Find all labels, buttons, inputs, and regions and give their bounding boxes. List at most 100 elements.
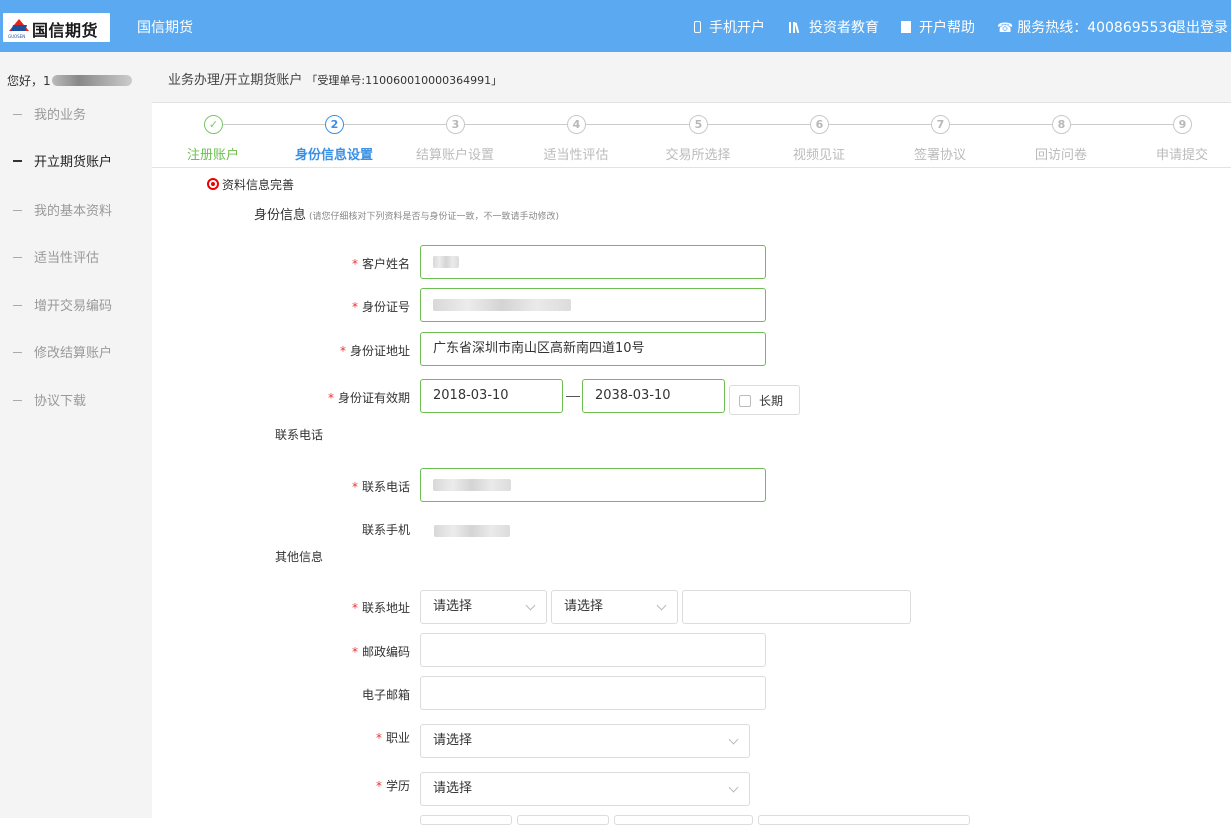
phone-group-title: 联系电话 — [275, 428, 324, 442]
name-label: * 客户姓名 — [250, 255, 410, 272]
next-row-field-3[interactable] — [614, 815, 753, 825]
masked-mobile — [434, 525, 510, 537]
brand-title[interactable]: 国信期货 — [137, 17, 193, 37]
next-row-field-2[interactable] — [517, 815, 609, 825]
mobile-phone-icon — [694, 21, 701, 33]
masked-name — [433, 256, 459, 268]
step-num: 5 — [694, 118, 703, 131]
id-address-field[interactable]: 广东省深圳市南山区高新南四道10号 — [420, 332, 766, 366]
id-label: * 身份证号 — [250, 298, 410, 315]
postcode-label: * 邮政编码 — [250, 643, 410, 660]
email-input[interactable] — [420, 676, 766, 710]
province-select[interactable]: 请选择 — [420, 590, 547, 624]
sidebar-dash — [13, 210, 22, 211]
sidebar: 您好，1 我的业务 开立期货账户 我的基本资料 适当性评估 增开交易编码 修改结… — [0, 52, 152, 818]
next-row-field-4[interactable] — [758, 815, 970, 825]
masked-id — [433, 299, 571, 311]
hotline-label: 服务热线：4008695536 — [1017, 20, 1177, 36]
step-2-circle: 2 — [325, 115, 344, 134]
sidebar-item-open-account[interactable]: 开立期货账户 — [13, 151, 112, 170]
validity-label: * 身份证有效期 — [250, 389, 410, 406]
email-label: 电子邮箱 — [250, 686, 410, 703]
identity-section-title: 身份信息 (请您仔细核对下列资料是否与身份证一致，不一致请手动修改) — [254, 204, 559, 223]
sidebar-item-label: 协议下载 — [34, 394, 87, 409]
required-mark: * — [351, 257, 358, 271]
step-num: 2 — [330, 118, 339, 131]
nav-mobile-account[interactable]: 手机开户 — [694, 17, 765, 37]
step-num: 9 — [1178, 118, 1187, 131]
nav-account-help[interactable]: 开户帮助 — [901, 17, 975, 37]
sidebar-item-agreement-download[interactable]: 协议下载 — [13, 390, 86, 409]
valid-to-field[interactable]: 2038-03-10 — [582, 379, 725, 413]
progress-steps: ✓ 2 3 4 5 6 7 8 9 注册账户 身份信息设置 结算账户设置 适当性… — [152, 103, 1231, 168]
valid-from-field[interactable]: 2018-03-10 — [420, 379, 563, 413]
step-label-identity: 身份信息设置 — [294, 148, 373, 163]
phone-field[interactable] — [420, 468, 766, 502]
chevron-down-icon — [525, 600, 536, 611]
sidebar-item-label: 我的基本资料 — [34, 204, 113, 219]
label-text: 身份证地址 — [349, 344, 410, 358]
label-text: 学历 — [385, 779, 410, 793]
step-label-agreement: 签署协议 — [913, 148, 966, 163]
step-3-circle: 3 — [446, 115, 465, 134]
step-label-exchange: 交易所选择 — [665, 148, 731, 163]
sidebar-item-label: 开立期货账户 — [34, 155, 113, 170]
chevron-down-icon — [656, 600, 667, 611]
label-text: 联系地址 — [361, 601, 410, 615]
sidebar-item-label: 增开交易编码 — [34, 299, 113, 314]
select-placeholder: 请选择 — [433, 733, 473, 748]
street-address-input[interactable] — [682, 590, 911, 624]
identity-title: 身份信息 — [254, 208, 307, 223]
sidebar-item-suitability[interactable]: 适当性评估 — [13, 247, 99, 266]
sidebar-dash — [13, 257, 22, 258]
order-number: 「受理单号:110060010000364991」 — [306, 74, 503, 87]
sidebar-item-label: 我的业务 — [34, 108, 87, 123]
sidebar-dash — [13, 160, 22, 162]
id-number-field[interactable] — [420, 288, 766, 322]
breadcrumb-bar: 业务办理/开立期货账户 「受理单号:110060010000364991」 — [152, 52, 1231, 103]
customer-name-field[interactable] — [420, 245, 766, 279]
sidebar-item-my-business[interactable]: 我的业务 — [13, 104, 86, 123]
breadcrumb: 业务办理/开立期货账户 「受理单号:110060010000364991」 — [168, 69, 502, 88]
step-num: 8 — [1057, 118, 1066, 131]
nav-hotline: ☎ 服务热线：4008695536 — [997, 17, 1176, 37]
step-label-video: 视频见证 — [792, 148, 845, 163]
label-text: 职业 — [385, 731, 410, 745]
top-header: GUOSEN 国信期货 国信期货 手机开户 投资者教育 开户帮助 ☎ 服务热线：4… — [0, 0, 1231, 52]
next-row-field-1[interactable] — [420, 815, 512, 825]
chevron-down-icon — [728, 734, 739, 745]
checkbox-icon[interactable] — [739, 395, 751, 407]
telephone-icon: ☎ — [997, 21, 1014, 36]
step-num: 4 — [572, 118, 581, 131]
step-label-register: 注册账户 — [186, 148, 239, 163]
step-5-circle: 5 — [689, 115, 708, 134]
step-num: 7 — [936, 118, 945, 131]
step-6-circle: 6 — [810, 115, 829, 134]
label-text: 身份证号 — [361, 300, 410, 314]
sidebar-item-label: 修改结算账户 — [34, 346, 113, 361]
step-num: ✓ — [208, 118, 219, 131]
guosen-logo[interactable]: GUOSEN 国信期货 — [3, 13, 110, 42]
sidebar-item-trading-code[interactable]: 增开交易编码 — [13, 295, 112, 314]
step-label-suitability: 适当性评估 — [543, 148, 609, 163]
occupation-select[interactable]: 请选择 — [420, 724, 750, 758]
city-select[interactable]: 请选择 — [551, 590, 678, 624]
sidebar-item-basic-info[interactable]: 我的基本资料 — [13, 200, 112, 219]
nav-investor-education[interactable]: 投资者教育 — [789, 17, 879, 37]
education-select[interactable]: 请选择 — [420, 772, 750, 806]
step-8-circle: 8 — [1052, 115, 1071, 134]
postcode-input[interactable] — [420, 633, 766, 667]
nav-help-label: 开户帮助 — [919, 20, 975, 36]
step-label-settlement: 结算账户设置 — [415, 148, 494, 163]
step-4-circle: 4 — [567, 115, 586, 134]
sidebar-dash — [13, 352, 22, 353]
contact-address-label: * 联系地址 — [250, 599, 410, 616]
long-term-checkbox[interactable]: 长期 — [729, 385, 800, 415]
nav-education-label: 投资者教育 — [809, 20, 879, 36]
long-term-label: 长期 — [759, 394, 784, 408]
select-placeholder: 请选择 — [564, 599, 604, 614]
sidebar-item-label: 适当性评估 — [34, 251, 100, 266]
step-num: 6 — [815, 118, 824, 131]
sidebar-item-settlement-account[interactable]: 修改结算账户 — [13, 342, 112, 361]
logout-link[interactable]: 退出登录 — [1172, 17, 1228, 37]
